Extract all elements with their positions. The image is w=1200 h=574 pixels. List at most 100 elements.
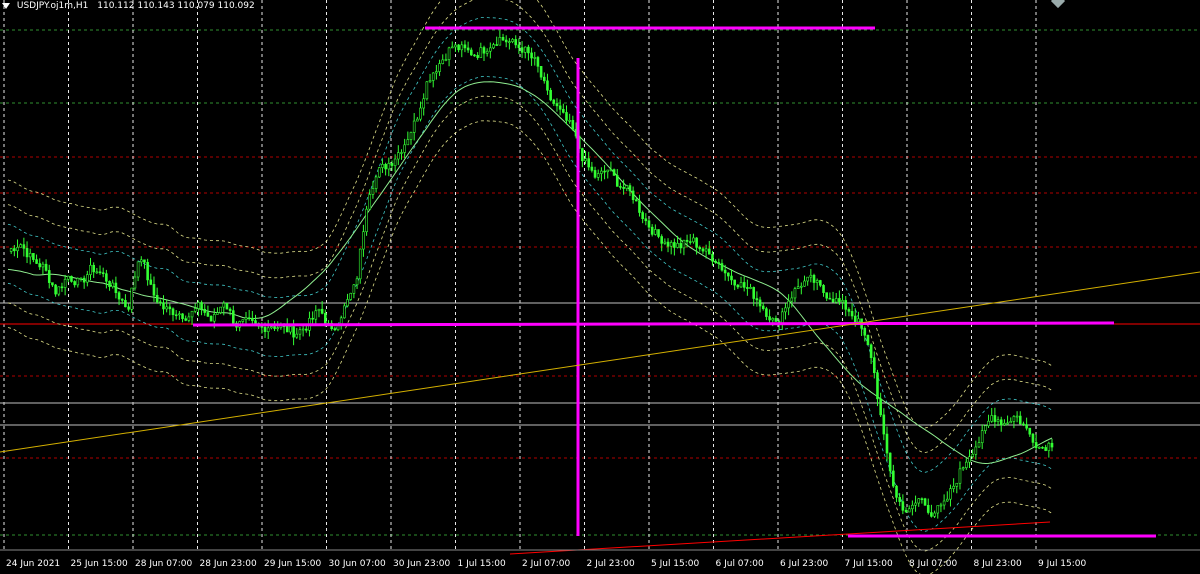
candle-body: [920, 498, 924, 500]
candle-body: [933, 512, 936, 517]
candle-body: [562, 109, 565, 113]
candle-body: [844, 300, 848, 310]
candle-body: [879, 398, 882, 416]
candle-body: [476, 55, 479, 58]
candle-body: [609, 169, 613, 171]
candle-body: [806, 276, 809, 282]
candle-body: [980, 430, 984, 443]
candle-body: [139, 259, 143, 263]
candle-body: [38, 263, 42, 268]
candle-body: [1034, 442, 1038, 448]
candle-body: [730, 275, 733, 281]
candle-body: [517, 44, 521, 48]
candle-body: [79, 277, 83, 280]
candle-body: [612, 169, 616, 176]
time-axis-label: 1 Jul 15:00: [458, 559, 507, 569]
candle-body: [631, 190, 635, 200]
candle-body: [587, 158, 591, 168]
collapse-triangle-icon[interactable]: [2, 2, 10, 9]
candle-body: [47, 270, 51, 283]
candle-body: [654, 229, 657, 235]
candle-body: [812, 274, 816, 283]
candle-body: [479, 47, 483, 58]
candle-body: [1025, 424, 1028, 429]
candle-body: [400, 152, 403, 154]
candle-body: [1038, 446, 1041, 449]
candle-body: [89, 264, 92, 275]
candle-body: [869, 344, 873, 358]
time-axis-label: 2 Jul 07:00: [522, 559, 571, 569]
candle-body: [504, 39, 508, 43]
candle-body: [758, 299, 762, 307]
candle-body: [774, 318, 778, 322]
candle-body: [527, 46, 530, 54]
chart-window[interactable]: 24 Jun 2021 25 Jun 15:00 28 Jun 07:00 28 Ju…: [0, 0, 1200, 574]
candle-body: [247, 317, 251, 320]
candle-body: [888, 452, 892, 472]
drawn-objects[interactable]: [0, 26, 1200, 555]
candle-body: [685, 239, 689, 242]
candle-body: [581, 148, 584, 162]
candle-body: [828, 297, 832, 300]
horizontal-gridlines: [0, 29, 1200, 536]
candle-body: [184, 318, 188, 321]
candle-body: [165, 306, 168, 310]
horizontal-levels[interactable]: [0, 302, 1200, 426]
candle-body: [971, 453, 974, 458]
candle-body: [571, 120, 575, 130]
price-chart[interactable]: 24 Jun 2021 25 Jun 15:00 28 Jun 07:00 28 Ju…: [0, 0, 1200, 574]
candle-body: [120, 298, 124, 301]
candle-body: [409, 132, 413, 140]
time-axis-label: 24 Jun 2021: [6, 559, 60, 569]
candle-body: [771, 318, 775, 321]
candle-body: [1009, 421, 1013, 424]
candle-body: [260, 325, 264, 328]
symbol-header: USDJPY.oj1m,H1 110.112 110.143 110.079 1…: [2, 1, 255, 11]
candle-body: [155, 294, 159, 303]
candle-body: [95, 271, 99, 274]
candle-body: [949, 488, 952, 500]
candle-body: [809, 274, 813, 278]
candle-body: [657, 229, 660, 237]
red-trendline: [509, 521, 1051, 555]
candle-body: [162, 302, 165, 310]
candle-body: [736, 284, 740, 288]
candle-body: [336, 325, 340, 331]
candle-body: [996, 419, 1000, 422]
candle-body: [25, 248, 29, 258]
candle-body: [536, 57, 540, 67]
time-axis-label: 29 Jun 15:00: [264, 559, 321, 569]
time-axis-label: 28 Jun 23:00: [200, 559, 257, 569]
candle-body: [1047, 442, 1051, 451]
candle-body: [704, 248, 708, 252]
candle-body: [872, 357, 876, 374]
candle-body: [558, 105, 562, 110]
candle-body: [1031, 433, 1035, 443]
candle-body: [159, 301, 162, 304]
candle-body: [171, 308, 175, 316]
candle-body: [324, 313, 327, 324]
candle-body: [752, 287, 756, 299]
candle-body: [343, 305, 346, 319]
candle-body: [958, 468, 962, 484]
candle-body: [749, 287, 752, 289]
candle-body: [311, 317, 314, 320]
candle-body: [993, 415, 997, 422]
candle-body: [1028, 427, 1032, 435]
candle-body: [1022, 423, 1025, 426]
candle-body: [1003, 423, 1006, 426]
candle-body: [968, 456, 971, 463]
candle-body: [834, 298, 838, 303]
candle-body: [892, 470, 895, 487]
candle-body: [365, 208, 368, 233]
candle-body: [273, 326, 276, 329]
candle-body: [936, 505, 940, 514]
time-axis: 24 Jun 2021 25 Jun 15:00 28 Jun 07:00 28 Ju…: [0, 549, 1200, 569]
candle-body: [298, 329, 302, 335]
candle-body: [482, 47, 486, 54]
candle-body: [723, 269, 727, 274]
candle-body: [901, 501, 905, 511]
candle-body: [270, 326, 273, 329]
candle-body: [593, 170, 597, 178]
candles: [9, 30, 1054, 519]
